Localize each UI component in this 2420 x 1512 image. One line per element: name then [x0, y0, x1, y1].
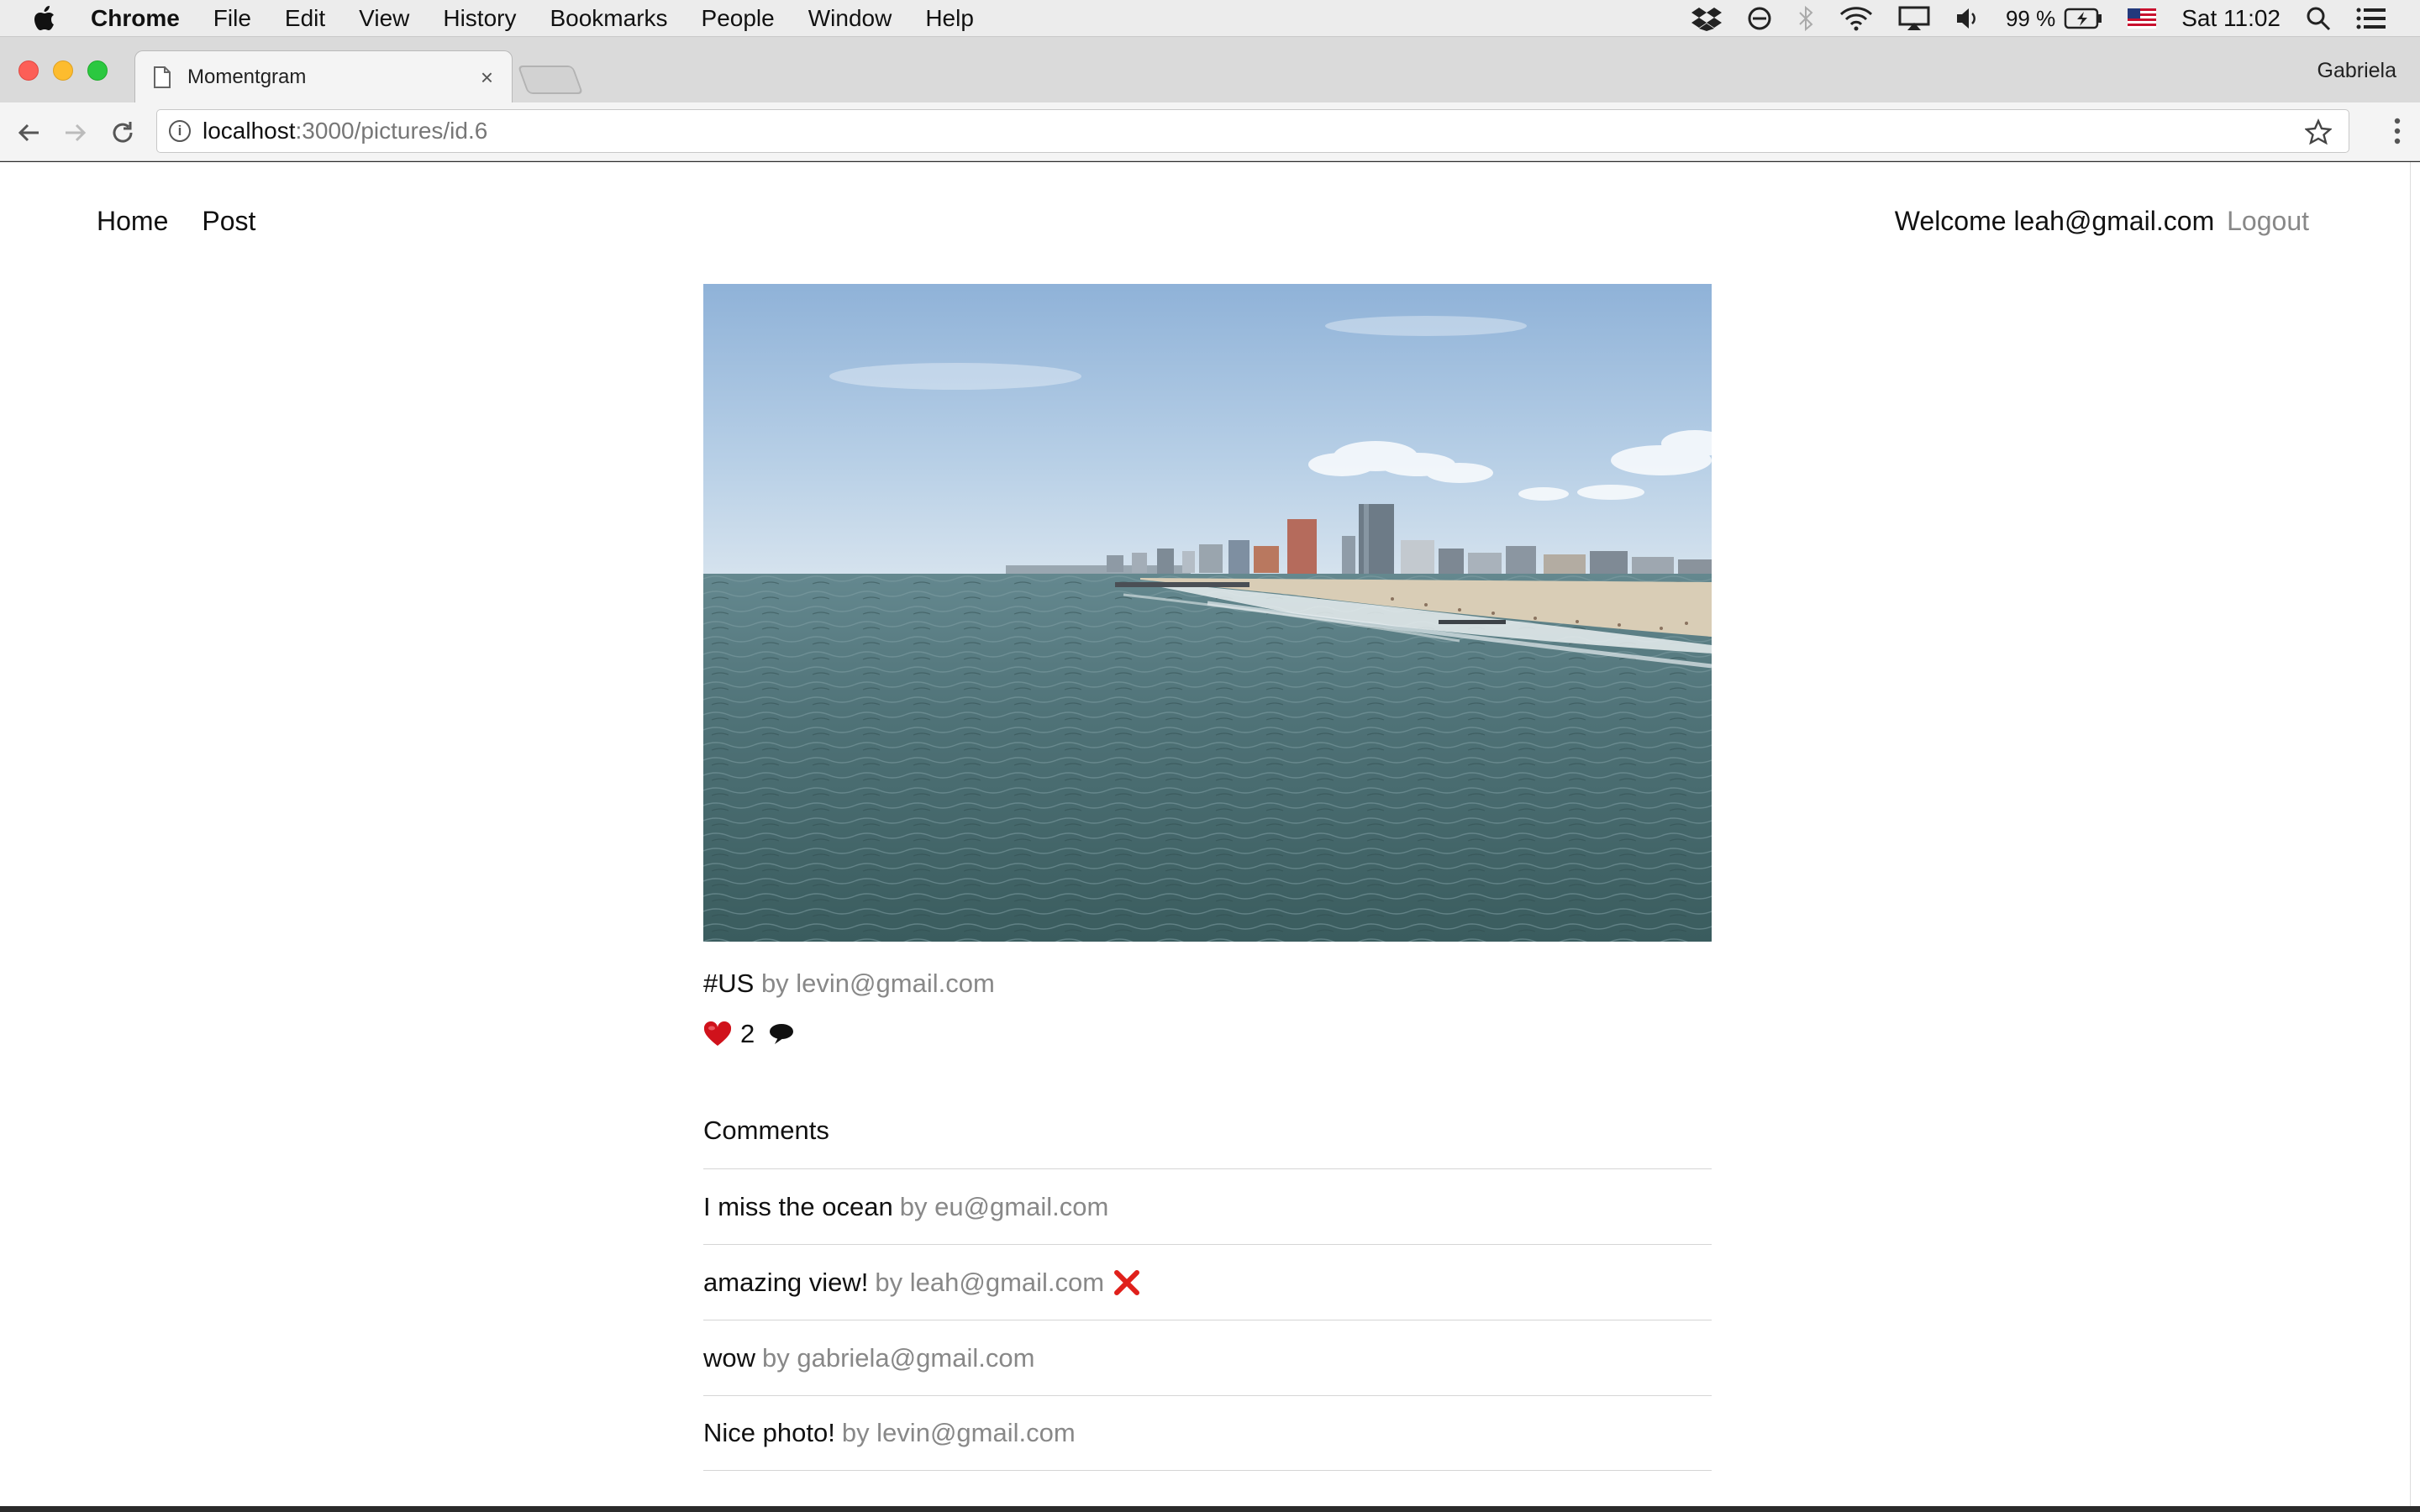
profile-name[interactable]: Gabriela [2317, 59, 2397, 83]
comment-author: by gabriela@gmail.com [762, 1342, 1035, 1373]
comment-text: amazing view! [703, 1267, 869, 1297]
address-bar[interactable]: i localhost:3000/pictures/id.6 [156, 109, 2349, 153]
comment-author: by eu@gmail.com [899, 1191, 1109, 1221]
nav-home-link[interactable]: Home [97, 206, 168, 237]
new-tab-button[interactable] [517, 66, 584, 94]
comment-item: wow by gabriela@gmail.com [703, 1320, 1712, 1395]
bookmark-star-icon[interactable] [2304, 118, 2333, 151]
browser-tab[interactable]: Momentgram × [134, 50, 513, 102]
window-zoom-button[interactable] [87, 60, 108, 81]
browser-menu-icon[interactable] [2393, 116, 2402, 150]
comment-author: by leah@gmail.com [875, 1267, 1105, 1297]
window-close-button[interactable] [18, 60, 39, 81]
picture-author[interactable]: by levin@gmail.com [761, 969, 995, 998]
menu-people[interactable]: People [702, 5, 775, 32]
page-content: Home Post Welcome leah@gmail.com Logout [0, 162, 2410, 1506]
welcome-area: Welcome leah@gmail.com Logout [1895, 206, 2309, 237]
page-icon [154, 66, 171, 88]
dropbox-icon[interactable] [1691, 6, 1722, 31]
comment-item: I miss the ocean by eu@gmail.com [703, 1168, 1712, 1244]
speech-bubble-icon[interactable] [768, 1022, 795, 1046]
flag-icon[interactable] [2128, 8, 2157, 29]
picture-meta: #US by levin@gmail.com [703, 969, 995, 999]
url-path: :3000/pictures/id.6 [295, 118, 488, 144]
comment-item: Nice photo! by levin@gmail.com [703, 1395, 1712, 1471]
tab-close-icon[interactable]: × [481, 65, 493, 91]
menu-history[interactable]: History [443, 5, 516, 32]
comment-item: amazing view! by leah@gmail.com [703, 1244, 1712, 1320]
menu-app-name[interactable]: Chrome [91, 5, 180, 32]
site-info-icon[interactable]: i [169, 120, 191, 142]
nav-post-link[interactable]: Post [202, 206, 255, 237]
forward-arrow-icon[interactable] [59, 116, 92, 150]
logout-link[interactable]: Logout [2227, 206, 2309, 236]
mac-menubar: Chrome File Edit View History Bookmarks … [0, 0, 2420, 37]
menu-edit[interactable]: Edit [285, 5, 325, 32]
volume-icon[interactable] [1955, 7, 1981, 30]
reload-icon[interactable] [106, 116, 139, 150]
comments-list: I miss the ocean by eu@gmail.com amazing… [703, 1168, 1712, 1471]
menu-help[interactable]: Help [925, 5, 974, 32]
bluetooth-icon[interactable] [1797, 5, 1814, 32]
menu-bookmarks[interactable]: Bookmarks [550, 5, 667, 32]
like-count: 2 [740, 1019, 755, 1048]
scrollbar[interactable] [2410, 162, 2420, 1506]
airplay-icon[interactable] [1898, 6, 1930, 31]
comment-author: by levin@gmail.com [841, 1418, 1076, 1447]
menu-window[interactable]: Window [808, 5, 892, 32]
delete-comment-icon[interactable] [1113, 1268, 1141, 1297]
picture-actions: 2 [703, 1019, 795, 1049]
battery-percent: 99 % [2005, 5, 2056, 31]
comments-heading: Comments [703, 1116, 829, 1145]
comment-text: wow [703, 1342, 756, 1373]
clock[interactable]: Sat 11:02 [2181, 5, 2281, 32]
notification-center-icon[interactable] [2356, 7, 2386, 30]
wifi-icon[interactable] [1839, 6, 1873, 31]
spotlight-icon[interactable] [2306, 6, 2331, 31]
picture-tag-link[interactable]: #US [703, 969, 754, 998]
sync-icon[interactable] [1747, 6, 1772, 31]
comment-text: I miss the ocean [703, 1191, 893, 1221]
menu-view[interactable]: View [359, 5, 409, 32]
heart-icon[interactable] [703, 1021, 732, 1047]
apple-icon[interactable] [34, 4, 59, 33]
tab-title: Momentgram [187, 65, 307, 88]
url-host: localhost [203, 118, 296, 144]
window-minimize-button[interactable] [53, 60, 73, 81]
comment-text: Nice photo! [703, 1418, 835, 1447]
site-nav: Home Post [97, 206, 289, 237]
battery-icon[interactable] [2064, 8, 2102, 29]
back-arrow-icon[interactable] [12, 116, 45, 150]
menu-file[interactable]: File [213, 5, 251, 32]
browser-toolbar: i localhost:3000/pictures/id.6 [0, 102, 2420, 161]
welcome-text: Welcome leah@gmail.com [1894, 206, 2215, 236]
browser-tabstrip: Momentgram × Gabriela [0, 37, 2420, 102]
picture-image [703, 284, 1712, 942]
